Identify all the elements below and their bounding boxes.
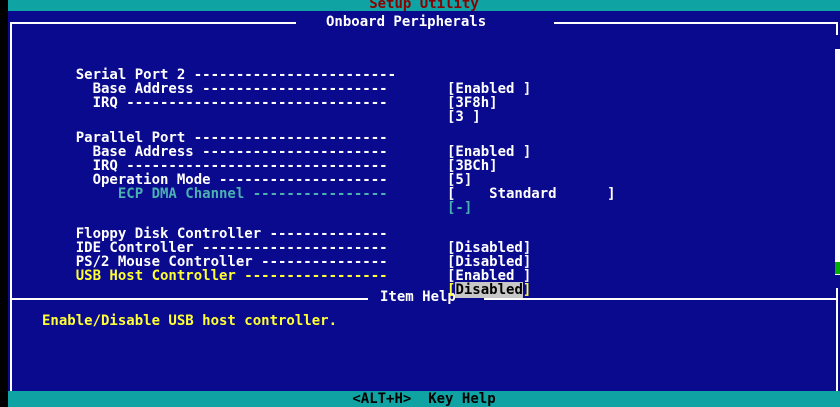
section-title: Onboard Peripherals — [324, 14, 489, 30]
setting-label: IRQ ------------------------------- — [75, 95, 388, 111]
setting-value[interactable]: [Disabled] — [447, 241, 531, 255]
setting-usb-host-controller[interactable]: USB Host Controller ----------------- [D… — [42, 255, 531, 311]
app-title: Setup Utility — [369, 0, 479, 12]
setting-value[interactable]: [Enabled ] — [447, 145, 531, 159]
setting-value[interactable]: [Enabled ] — [447, 82, 531, 96]
frame-top-left — [10, 22, 296, 24]
help-divider-right — [484, 298, 838, 300]
frame-top-right — [554, 22, 838, 24]
title-bar: Setup Utility — [8, 0, 840, 11]
scrollbar-marker — [835, 262, 840, 274]
setting-value[interactable]: [3F8h] — [447, 96, 498, 110]
setting-value[interactable]: [ Standard ] — [447, 187, 616, 201]
frame-left — [10, 22, 12, 392]
setting-value[interactable]: [3 ] — [447, 110, 481, 124]
setting-value-selected[interactable]: [Disabled] — [447, 282, 532, 298]
setting-label: USB Host Controller ----------------- — [75, 268, 388, 284]
help-title: Item Help — [378, 289, 458, 305]
setting-value[interactable]: [3BCh] — [447, 159, 498, 173]
setting-value: [-] — [447, 200, 473, 216]
selected-value-highlight[interactable]: Disabled — [455, 282, 523, 298]
scrollbar-thumb[interactable] — [835, 49, 840, 275]
setting-value[interactable]: [Enabled ] — [447, 269, 531, 283]
bios-screen: Setup Utility Onboard Peripherals Item H… — [8, 0, 840, 407]
status-bar: <ALT+H> Key Help — [8, 391, 840, 407]
key-help-hint: <ALT+H> Key Help — [352, 391, 496, 407]
bracket-close: ] — [522, 282, 532, 298]
setting-value[interactable]: [Disabled] — [447, 255, 531, 269]
setting-value[interactable]: [5] — [447, 173, 472, 187]
setting-label: ECP DMA Channel ---------------- — [75, 186, 388, 202]
help-text: Enable/Disable USB host controller. — [42, 313, 338, 329]
